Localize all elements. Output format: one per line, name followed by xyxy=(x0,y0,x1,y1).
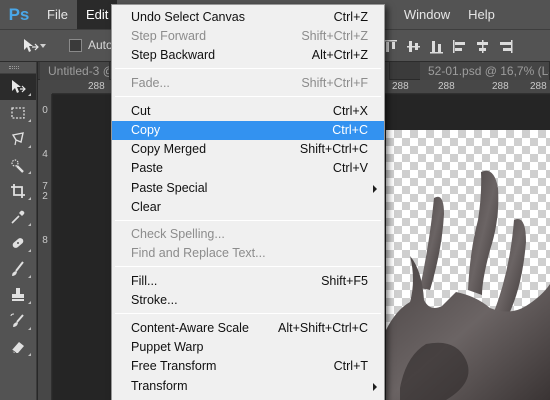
move-tool-preset-icon[interactable] xyxy=(22,38,40,57)
clone-stamp-tool-icon[interactable] xyxy=(0,282,36,308)
menu-item-fade[interactable]: Fade... Shift+Ctrl+F xyxy=(112,74,384,93)
ruler-tick-label: 2 xyxy=(42,191,48,202)
ruler-tick-label: 288 xyxy=(530,81,547,92)
menu-item-shortcut: Ctrl+C xyxy=(332,123,368,137)
menu-item-label: Transform xyxy=(131,379,188,393)
menu-separator xyxy=(115,96,381,97)
menu-item-copy[interactable]: Copy Ctrl+C xyxy=(112,121,384,140)
menu-item-shortcut: Shift+Ctrl+F xyxy=(301,76,368,90)
grip-icon[interactable] xyxy=(9,66,19,69)
menu-item-label: Stroke... xyxy=(131,293,178,307)
edit-menu-dropdown: Undo Select Canvas Ctrl+Z Step Forward Shi… xyxy=(111,4,385,400)
menu-item-step-backward[interactable]: Step Backward Alt+Ctrl+Z xyxy=(112,46,384,65)
ruler-origin[interactable] xyxy=(38,80,52,94)
menu-item-label: Paste Special xyxy=(131,181,208,195)
submenu-arrow-icon xyxy=(373,185,377,193)
lasso-tool-icon[interactable] xyxy=(0,126,36,152)
vertical-ruler[interactable]: 0 4 7 2 8 xyxy=(38,94,52,400)
menu-item-shortcut: Ctrl+V xyxy=(332,161,368,175)
ruler-tick-label: 288 xyxy=(392,81,409,92)
menu-item-label: Content-Aware Scale xyxy=(131,321,249,335)
menu-item-check-spelling[interactable]: Check Spelling... xyxy=(112,225,384,244)
healing-brush-tool-icon[interactable] xyxy=(0,230,36,256)
menu-separator xyxy=(115,313,381,314)
move-tool-icon[interactable] xyxy=(0,74,36,100)
tools-panel-header[interactable] xyxy=(0,62,36,74)
menu-item-content-aware-scale[interactable]: Content-Aware Scale Alt+Shift+Ctrl+C xyxy=(112,319,384,338)
document-canvas[interactable] xyxy=(386,130,550,400)
submenu-arrow-icon xyxy=(373,383,377,391)
eyedropper-tool-icon[interactable] xyxy=(0,204,36,230)
menu-item-shortcut: Shift+Ctrl+C xyxy=(299,142,368,156)
menu-item-label: Copy xyxy=(131,123,161,137)
menu-item-shortcut: Shift+Ctrl+Z xyxy=(301,29,368,43)
photoshop-logo: Ps xyxy=(8,4,30,24)
eraser-tool-icon[interactable] xyxy=(0,334,36,360)
menu-separator xyxy=(115,266,381,267)
menu-item-label: Check Spelling... xyxy=(131,227,225,241)
menu-item-shortcut: Ctrl+X xyxy=(332,104,368,118)
align-horizontal-centers-icon[interactable] xyxy=(474,38,491,55)
align-right-edges-icon[interactable] xyxy=(497,38,514,55)
menu-item-shortcut: Ctrl+T xyxy=(333,359,368,373)
menu-item-clear[interactable]: Clear xyxy=(112,198,384,217)
menu-separator xyxy=(115,68,381,69)
menu-item-shortcut: Alt+Shift+Ctrl+C xyxy=(278,321,368,335)
history-brush-tool-icon[interactable] xyxy=(0,308,36,334)
align-bottom-edges-icon[interactable] xyxy=(428,38,445,55)
menu-item-transform[interactable]: Transform xyxy=(112,377,384,396)
menu-item-paste-special[interactable]: Paste Special xyxy=(112,179,384,198)
menu-item-label: Copy Merged xyxy=(131,142,207,156)
ruler-tick-label: 0 xyxy=(42,105,48,116)
menu-item-shortcut: Shift+F5 xyxy=(321,274,368,288)
menu-item-label: Step Backward xyxy=(131,48,216,62)
menu-item-find-and-replace-text[interactable]: Find and Replace Text... xyxy=(112,244,384,263)
menu-item-fill[interactable]: Fill... Shift+F5 xyxy=(112,272,384,291)
menu-help[interactable]: Help xyxy=(459,0,504,29)
menu-item-copy-merged[interactable]: Copy Merged Shift+Ctrl+C xyxy=(112,140,384,159)
menu-item-cut[interactable]: Cut Ctrl+X xyxy=(112,102,384,121)
menu-separator xyxy=(115,220,381,221)
tab-52-01-psd[interactable]: 52-01.psd @ 16,7% (Lay xyxy=(420,62,550,80)
menu-item-stroke[interactable]: Stroke... xyxy=(112,291,384,310)
align-left-edges-icon[interactable] xyxy=(451,38,468,55)
ruler-tick-label: 288 xyxy=(492,81,509,92)
marquee-tool-icon[interactable] xyxy=(0,100,36,126)
menu-item-label: Fill... xyxy=(131,274,158,288)
menu-item-step-forward[interactable]: Step Forward Shift+Ctrl+Z xyxy=(112,27,384,46)
menu-item-label: Step Forward xyxy=(131,29,207,43)
menu-item-shortcut: Alt+Ctrl+Z xyxy=(311,48,368,62)
menu-item-shortcut: Ctrl+Z xyxy=(333,10,368,24)
menu-item-free-transform[interactable]: Free Transform Ctrl+T xyxy=(112,357,384,376)
menu-item-label: Fade... xyxy=(131,76,170,90)
menu-item-label: Puppet Warp xyxy=(131,340,204,354)
menu-item-label: Paste xyxy=(131,161,163,175)
photoshop-window: Ps File Edit iew Window Help Auto- xyxy=(0,0,550,400)
menu-item-puppet-warp[interactable]: Puppet Warp xyxy=(112,338,384,357)
align-vertical-centers-icon[interactable] xyxy=(405,38,422,55)
align-buttons-group xyxy=(382,38,514,55)
antler-artwork xyxy=(386,170,550,400)
menu-item-undo-select-canvas[interactable]: Undo Select Canvas Ctrl+Z xyxy=(112,8,384,27)
ruler-tick-label: 8 xyxy=(42,235,48,246)
ruler-tick-label: 288 xyxy=(438,81,455,92)
menu-item-label: Find and Replace Text... xyxy=(131,246,266,260)
crop-tool-icon[interactable] xyxy=(0,178,36,204)
menu-file[interactable]: File xyxy=(38,0,77,29)
ruler-tick-label: 4 xyxy=(42,149,48,160)
tab-untitled-3[interactable]: Untitled-3 @ xyxy=(40,62,110,80)
tools-panel xyxy=(0,62,37,400)
ruler-tick-label: 288 xyxy=(88,81,105,92)
menu-item-label: Undo Select Canvas xyxy=(131,10,245,24)
auto-select-checkbox[interactable] xyxy=(69,39,82,52)
menu-item-label: Free Transform xyxy=(131,359,217,373)
menu-item-label: Clear xyxy=(131,200,161,214)
chevron-down-icon[interactable] xyxy=(40,44,46,48)
menu-item-label: Cut xyxy=(131,104,151,118)
menu-item-paste[interactable]: Paste Ctrl+V xyxy=(112,159,384,178)
menu-window[interactable]: Window xyxy=(395,0,459,29)
brush-tool-icon[interactable] xyxy=(0,256,36,282)
quick-select-tool-icon[interactable] xyxy=(0,152,36,178)
